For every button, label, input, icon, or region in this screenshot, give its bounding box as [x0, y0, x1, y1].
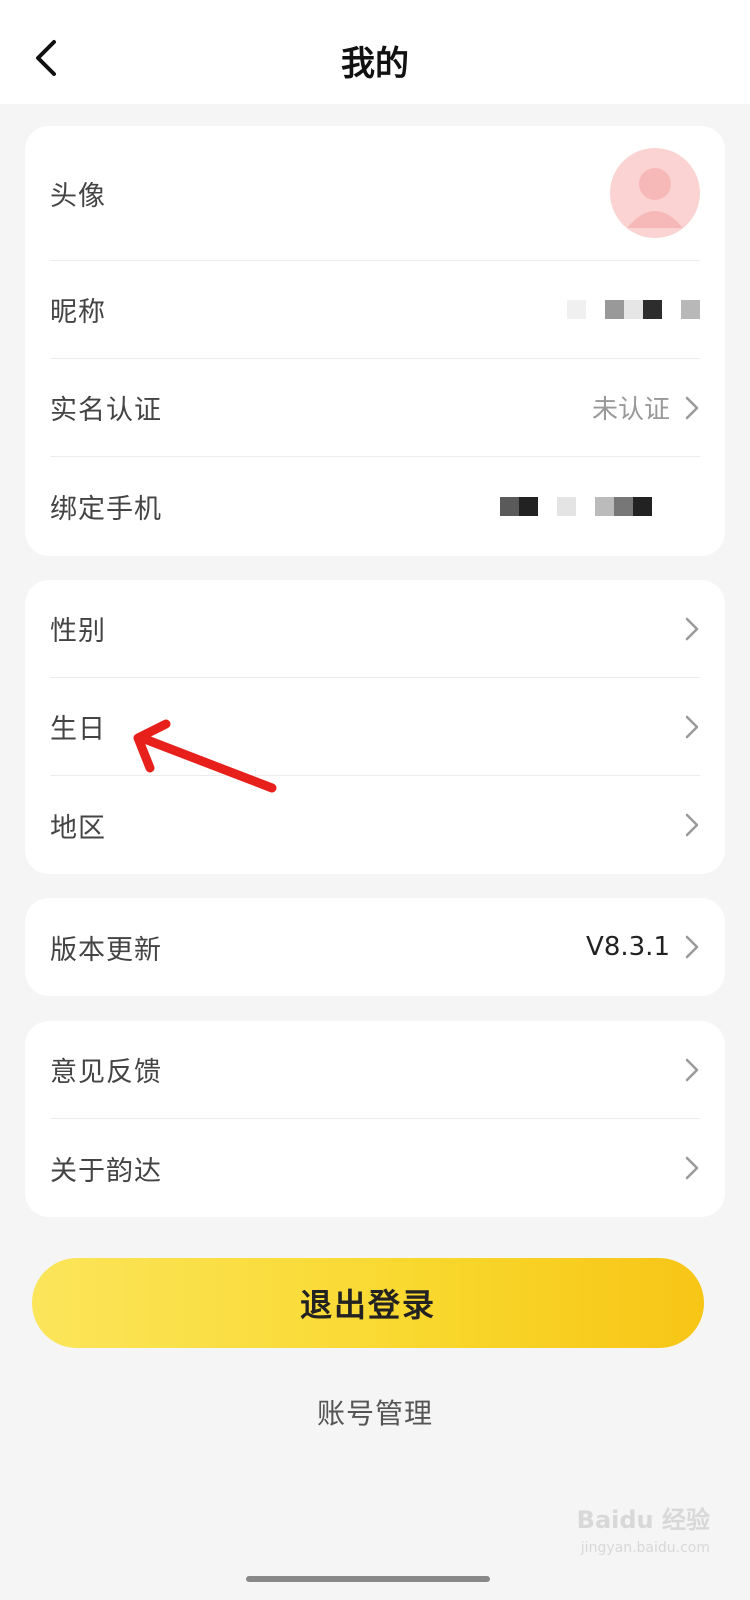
region-label: 地区	[50, 812, 106, 844]
profile-card: 头像 昵称 实名认证 未认证 绑定手机	[25, 126, 725, 556]
user-silhouette-icon	[627, 168, 683, 228]
avatar-row[interactable]: 头像	[50, 126, 700, 261]
version-number: V8.3.1	[586, 932, 670, 962]
phone-row[interactable]: 绑定手机	[50, 457, 700, 555]
watermark-brand: Baidu 经验	[576, 1506, 710, 1534]
logout-button[interactable]: 退出登录	[32, 1258, 704, 1348]
chevron-right-icon	[685, 396, 699, 419]
phone-label: 绑定手机	[50, 493, 162, 525]
birthday-label: 生日	[50, 714, 106, 745]
nickname-masked-value	[567, 300, 700, 319]
chevron-right-icon	[685, 935, 699, 959]
version-update-row[interactable]: 版本更新 V8.3.1	[50, 898, 700, 996]
account-management-link[interactable]: 账号管理	[0, 1392, 750, 1432]
about-label: 关于韵达	[50, 1155, 162, 1187]
chevron-right-icon	[685, 715, 699, 738]
gender-row[interactable]: 性别	[50, 580, 700, 678]
nickname-label: 昵称	[50, 297, 106, 328]
misc-card: 意见反馈 关于韵达	[25, 1021, 725, 1217]
nickname-row[interactable]: 昵称	[50, 261, 700, 359]
feedback-row[interactable]: 意见反馈	[50, 1021, 700, 1119]
phone-masked-value	[500, 496, 652, 516]
chevron-right-icon	[685, 617, 699, 640]
realname-status: 未认证	[591, 395, 670, 425]
avatar-label: 头像	[50, 180, 106, 212]
annotation-arrow	[133, 719, 277, 793]
chevron-right-icon	[685, 1156, 699, 1180]
top-bar: 我的	[0, 0, 750, 104]
feedback-label: 意见反馈	[50, 1057, 162, 1088]
chevron-right-icon	[685, 813, 699, 837]
realname-row[interactable]: 实名认证 未认证	[50, 359, 700, 457]
version-update-label: 版本更新	[50, 934, 162, 966]
page-title: 我的	[341, 44, 409, 84]
realname-label: 实名认证	[50, 395, 162, 426]
watermark-url: jingyan.baidu.com	[580, 1540, 710, 1556]
about-row[interactable]: 关于韵达	[50, 1119, 700, 1217]
gender-label: 性别	[50, 616, 106, 647]
avatar[interactable]	[610, 148, 700, 238]
home-indicator[interactable]	[246, 1576, 490, 1582]
chevron-right-icon	[685, 1058, 699, 1081]
version-card: 版本更新 V8.3.1	[25, 898, 725, 996]
